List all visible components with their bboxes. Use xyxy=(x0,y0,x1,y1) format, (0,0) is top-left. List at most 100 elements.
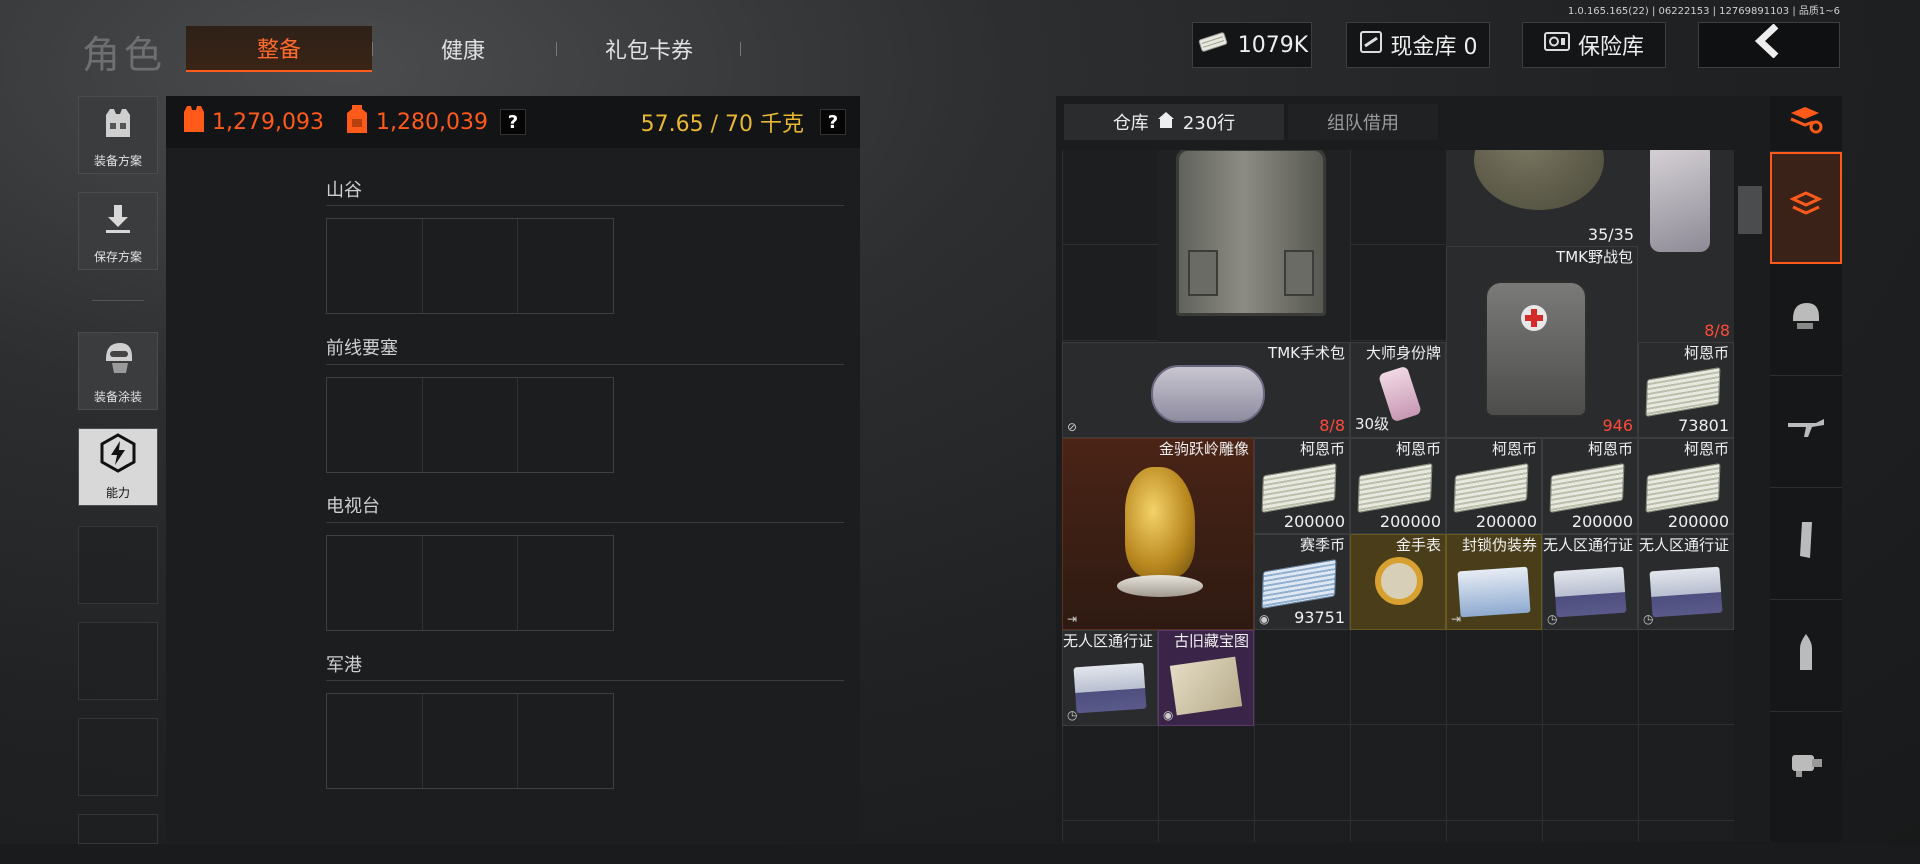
map-loadout-slots-frontline-fortress[interactable] xyxy=(326,377,614,473)
item-season-coin[interactable]: 赛季币 ◉ 93751 xyxy=(1254,534,1350,630)
value-help-button[interactable]: ? xyxy=(499,109,526,135)
back-button[interactable] xyxy=(1698,22,1840,68)
tab-warehouse[interactable]: 仓库 230行 xyxy=(1064,104,1284,140)
coin-balance[interactable]: 1079K xyxy=(1192,22,1312,68)
sort-icon xyxy=(1789,105,1823,143)
item-tmk-field-pack[interactable]: TMK野战包 946 xyxy=(1446,246,1638,438)
cash-vault-icon xyxy=(1359,30,1383,60)
medical-cross-icon xyxy=(1521,305,1547,331)
cash-stack-art xyxy=(1645,367,1721,417)
category-ammo-button[interactable] xyxy=(1770,600,1842,712)
clock-icon: ◷ xyxy=(1643,612,1654,626)
item-old-treasure-map[interactable]: 古旧藏宝图 ◉ xyxy=(1158,630,1254,726)
tab-gift-vouchers[interactable]: 礼包卡券 xyxy=(556,26,742,72)
clock-icon: ◷ xyxy=(1067,708,1078,722)
tab-gear[interactable]: 整备 xyxy=(186,26,372,72)
item-name: 大师身份牌 xyxy=(1365,344,1441,362)
item-tactical-vest[interactable] xyxy=(1158,150,1350,342)
backpack-value: 1,280,039 xyxy=(375,109,488,135)
item-nomans-land-pass[interactable]: 无人区通行证 ◷ xyxy=(1062,630,1158,726)
empty-ability-slot[interactable] xyxy=(78,526,158,604)
item-name: 柯恩币 xyxy=(1299,440,1345,458)
clock-icon: ◷ xyxy=(1547,612,1558,626)
backpack-art xyxy=(1650,150,1710,252)
map-label-tv-station: 电视台 xyxy=(326,496,380,517)
item-count: 200000 xyxy=(1379,512,1441,531)
cash-vault-label: 现金库 0 xyxy=(1390,35,1478,60)
empty-ability-slot[interactable] xyxy=(78,718,158,796)
empty-ability-slot[interactable] xyxy=(78,622,158,700)
warehouse-grid: 35/35 8/8 TMK野战包 946 TMK手术包 ⊘ 8/8 大师身份牌 … xyxy=(1062,150,1734,842)
item-nomans-land-pass[interactable]: 无人区通行证 ◷ xyxy=(1542,534,1638,630)
category-weapon-button[interactable] xyxy=(1770,376,1842,488)
safe-icon xyxy=(1543,31,1570,59)
build-info: 1.0.165.165(22) | 06222153 | 12769891103… xyxy=(1567,6,1840,17)
sidebar-divider xyxy=(92,300,144,301)
item-level: 30级 xyxy=(1355,415,1390,433)
item-name: 无人区通行证 xyxy=(1639,536,1730,554)
carry-weight: 57.65 / 70 千克 xyxy=(640,112,804,137)
statue-base-art xyxy=(1117,575,1203,597)
scope-icon xyxy=(1788,749,1824,787)
cash-stack-art xyxy=(1645,463,1721,513)
item-kn-coin[interactable]: 柯恩币 200000 xyxy=(1446,438,1542,534)
map-loadout-slots-valley[interactable] xyxy=(326,218,614,314)
divider xyxy=(326,522,844,523)
item-count: 35/35 xyxy=(1587,225,1634,244)
vest-value-icon xyxy=(182,104,206,140)
item-count: 93751 xyxy=(1294,608,1345,627)
coin-amount: 1079K xyxy=(1237,32,1309,58)
tab-separator xyxy=(740,42,741,56)
tab-health[interactable]: 健康 xyxy=(370,26,556,72)
item-sealed-disguise-voucher[interactable]: 封锁伪装券 ⇥ xyxy=(1446,534,1542,630)
voucher-art xyxy=(1457,566,1531,618)
category-helmet-button[interactable] xyxy=(1770,264,1842,376)
item-kn-coin[interactable]: 柯恩币 200000 xyxy=(1542,438,1638,534)
item-backpack[interactable]: 8/8 xyxy=(1638,150,1734,342)
item-gold-horse-statue[interactable]: 金驹跃岭雕像 ⇥ xyxy=(1062,438,1254,630)
vest-icon xyxy=(100,105,136,148)
map-loadout-slots-naval-port[interactable] xyxy=(326,693,614,789)
sort-button[interactable] xyxy=(1770,96,1842,152)
item-nomans-land-pass[interactable]: 无人区通行证 ◷ xyxy=(1638,534,1734,630)
layers-icon xyxy=(1789,187,1823,229)
home-icon xyxy=(1157,111,1175,134)
item-name: TMK手术包 xyxy=(1268,344,1345,362)
ability-button[interactable]: 能力 xyxy=(78,428,158,506)
cash-vault-button[interactable]: 现金库 0 xyxy=(1346,22,1490,68)
weight-help-button[interactable]: ? xyxy=(820,109,846,135)
item-count: 200000 xyxy=(1571,512,1633,531)
map-loadout-slots-tv-station[interactable] xyxy=(326,535,614,631)
ability-icon xyxy=(98,433,138,480)
item-name: 柯恩币 xyxy=(1587,440,1633,458)
cash-stack-art xyxy=(1261,559,1337,609)
save-plan-button[interactable]: 保存方案 xyxy=(78,192,158,270)
safe-button[interactable]: 保险库 xyxy=(1522,22,1666,68)
item-kn-coin[interactable]: 柯恩币 73801 xyxy=(1638,342,1734,438)
cash-stack-art xyxy=(1453,463,1529,513)
empty-ability-slot[interactable] xyxy=(78,814,158,844)
item-name: 柯恩币 xyxy=(1491,440,1537,458)
item-kn-coin[interactable]: 柯恩币 200000 xyxy=(1350,438,1446,534)
pouch-art xyxy=(1284,250,1314,296)
download-icon xyxy=(100,201,136,244)
loadout-plan-button[interactable]: 装备方案 xyxy=(78,96,158,174)
item-helmet[interactable]: 35/35 xyxy=(1446,150,1638,246)
safe-label: 保险库 xyxy=(1577,35,1644,60)
item-name: 赛季币 xyxy=(1299,536,1345,554)
item-gold-watch[interactable]: 金手表 xyxy=(1350,534,1446,630)
item-kn-coin[interactable]: 柯恩币 200000 xyxy=(1638,438,1734,534)
category-attachment-button[interactable] xyxy=(1770,712,1842,824)
sidebar-label: 装备涂装 xyxy=(93,390,142,404)
item-master-tag[interactable]: 大师身份牌 30级 xyxy=(1350,342,1446,438)
tab-team-borrow[interactable]: 组队借用 xyxy=(1288,104,1438,140)
category-magazine-button[interactable] xyxy=(1770,488,1842,600)
item-tmk-surgery-pack[interactable]: TMK手术包 ⊘ 8/8 xyxy=(1062,342,1350,438)
backpack-value-icon xyxy=(344,103,370,141)
warehouse-scrollbar[interactable] xyxy=(1738,186,1762,234)
category-all-button[interactable] xyxy=(1770,152,1842,264)
item-kn-coin[interactable]: 柯恩币 200000 xyxy=(1254,438,1350,534)
vest-value: 1,279,093 xyxy=(212,109,324,135)
gear-skin-button[interactable]: 装备涂装 xyxy=(78,332,158,410)
season-icon: ◉ xyxy=(1163,708,1174,722)
